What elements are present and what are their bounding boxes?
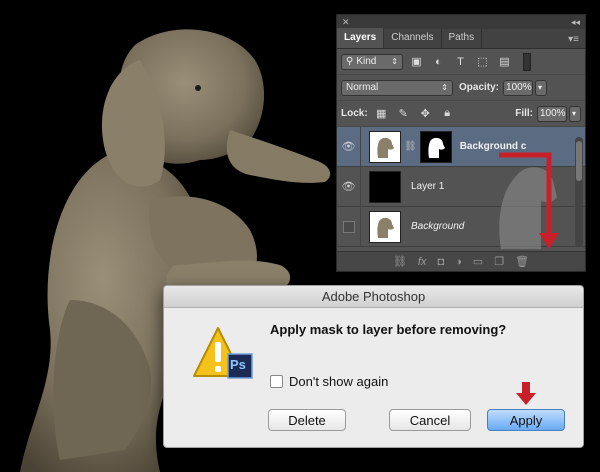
panel-header: ✕ ◂◂ [337, 15, 585, 29]
image-filter-icon[interactable]: ▣ [408, 54, 425, 70]
blend-mode-select[interactable]: Normal ⇕ [341, 79, 453, 96]
lock-pixels-icon[interactable]: ✎ [395, 106, 412, 122]
opacity-dropdown-icon[interactable]: ▾ [535, 79, 548, 96]
tab-channels[interactable]: Channels [384, 28, 442, 48]
visibility-eye-icon[interactable]: 👁︎ [337, 166, 361, 207]
delete-button[interactable]: Delete [268, 409, 346, 431]
layers-scrollbar[interactable] [575, 137, 583, 247]
link-chain-icon[interactable]: ⛓ [404, 141, 417, 152]
dialog-message: Apply mask to layer before removing? [270, 322, 507, 337]
select-arrows-icon: ⇕ [391, 57, 398, 66]
smart-object-filter-icon[interactable]: ▤ [496, 54, 513, 70]
fill-value: 100% [540, 108, 566, 119]
close-panel-icon[interactable]: ✕ [342, 17, 350, 28]
cancel-button[interactable]: Cancel [389, 409, 471, 431]
link-layers-icon[interactable]: ⛓ [393, 255, 407, 268]
search-icon: ⚲ [346, 56, 354, 67]
warning-icon [193, 327, 253, 379]
scrollbar-thumb[interactable] [576, 141, 582, 181]
layer-name: Layer 1 [411, 181, 445, 192]
new-layer-icon[interactable]: ❐ [494, 255, 504, 268]
filter-row: ⚲ Kind ⇕ ▣ ◐ T ⬚ ▤ [337, 49, 585, 75]
layer-name: Background [411, 221, 465, 232]
photoshop-badge: Ps [230, 357, 246, 372]
opacity-value: 100% [506, 82, 532, 93]
filter-kind-value: Kind [356, 56, 377, 67]
layer-thumbnail [369, 210, 401, 243]
blend-row: Normal ⇕ Opacity: 100% ▾ [337, 75, 585, 101]
lock-all-icon[interactable]: 🔒︎ [439, 106, 456, 122]
fill-label: Fill: [515, 108, 533, 119]
add-mask-icon[interactable]: ◘ [437, 256, 444, 268]
fx-icon[interactable]: fx [418, 256, 427, 268]
fill-input[interactable]: 100% [537, 105, 567, 122]
lock-position-icon[interactable]: ✥ [417, 106, 434, 122]
panel-menu-icon[interactable]: ▾≡ [568, 34, 579, 45]
fill-dropdown-icon[interactable]: ▾ [569, 105, 581, 122]
layer-thumbnail [369, 170, 401, 203]
opacity-label: Opacity: [459, 82, 500, 93]
filter-kind-select[interactable]: ⚲ Kind ⇕ [341, 53, 403, 70]
tab-paths[interactable]: Paths [442, 28, 483, 48]
tab-layers[interactable]: Layers [337, 28, 385, 48]
drag-ghost-preview [499, 152, 559, 249]
dont-show-again-checkbox[interactable] [270, 375, 283, 388]
panel-bottom-toolbar: ⛓ fx ◘ ◑ ▭ ❐ 🗑︎ [337, 251, 585, 271]
hidden-box-icon [342, 220, 355, 233]
dont-show-again-label: Don't show again [289, 374, 389, 389]
layers-panel: ✕ ◂◂ Layers Channels Paths ▾≡ ⚲ Kind ⇕ ▣… [336, 14, 586, 272]
blend-mode-value: Normal [346, 82, 379, 93]
visibility-toggle[interactable] [337, 206, 361, 247]
visibility-eye-icon[interactable]: 👁︎ [337, 126, 361, 167]
type-filter-icon[interactable]: T [452, 54, 469, 70]
filter-toggle-icon[interactable] [523, 52, 531, 71]
adjustment-filter-icon[interactable]: ◐ [430, 54, 447, 70]
lock-row: Lock: ▦ ✎ ✥ 🔒︎ Fill: 100% ▾ [337, 101, 585, 127]
panel-tabs: Layers Channels Paths ▾≡ [337, 28, 585, 49]
new-group-icon[interactable]: ▭ [473, 255, 483, 268]
dialog-title: Adobe Photoshop [164, 286, 583, 308]
collapse-panel-icon[interactable]: ◂◂ [571, 17, 580, 28]
shape-filter-icon[interactable]: ⬚ [474, 54, 491, 70]
select-arrows-icon: ⇕ [441, 83, 448, 92]
opacity-input[interactable]: 100% [503, 79, 534, 96]
adjustment-layer-icon[interactable]: ◑ [455, 256, 462, 268]
red-arrow-down-icon [516, 382, 536, 405]
lock-label: Lock: [341, 108, 368, 119]
lock-transparency-icon[interactable]: ▦ [373, 106, 390, 122]
apply-button[interactable]: Apply [487, 409, 565, 431]
confirm-dialog: Adobe Photoshop Ps Apply mask to layer b… [163, 285, 584, 448]
layer-thumbnail [369, 130, 401, 163]
trash-icon[interactable]: 🗑︎ [515, 255, 529, 268]
dont-show-again-row[interactable]: Don't show again [270, 374, 388, 389]
layer-mask-thumbnail[interactable] [419, 130, 452, 163]
